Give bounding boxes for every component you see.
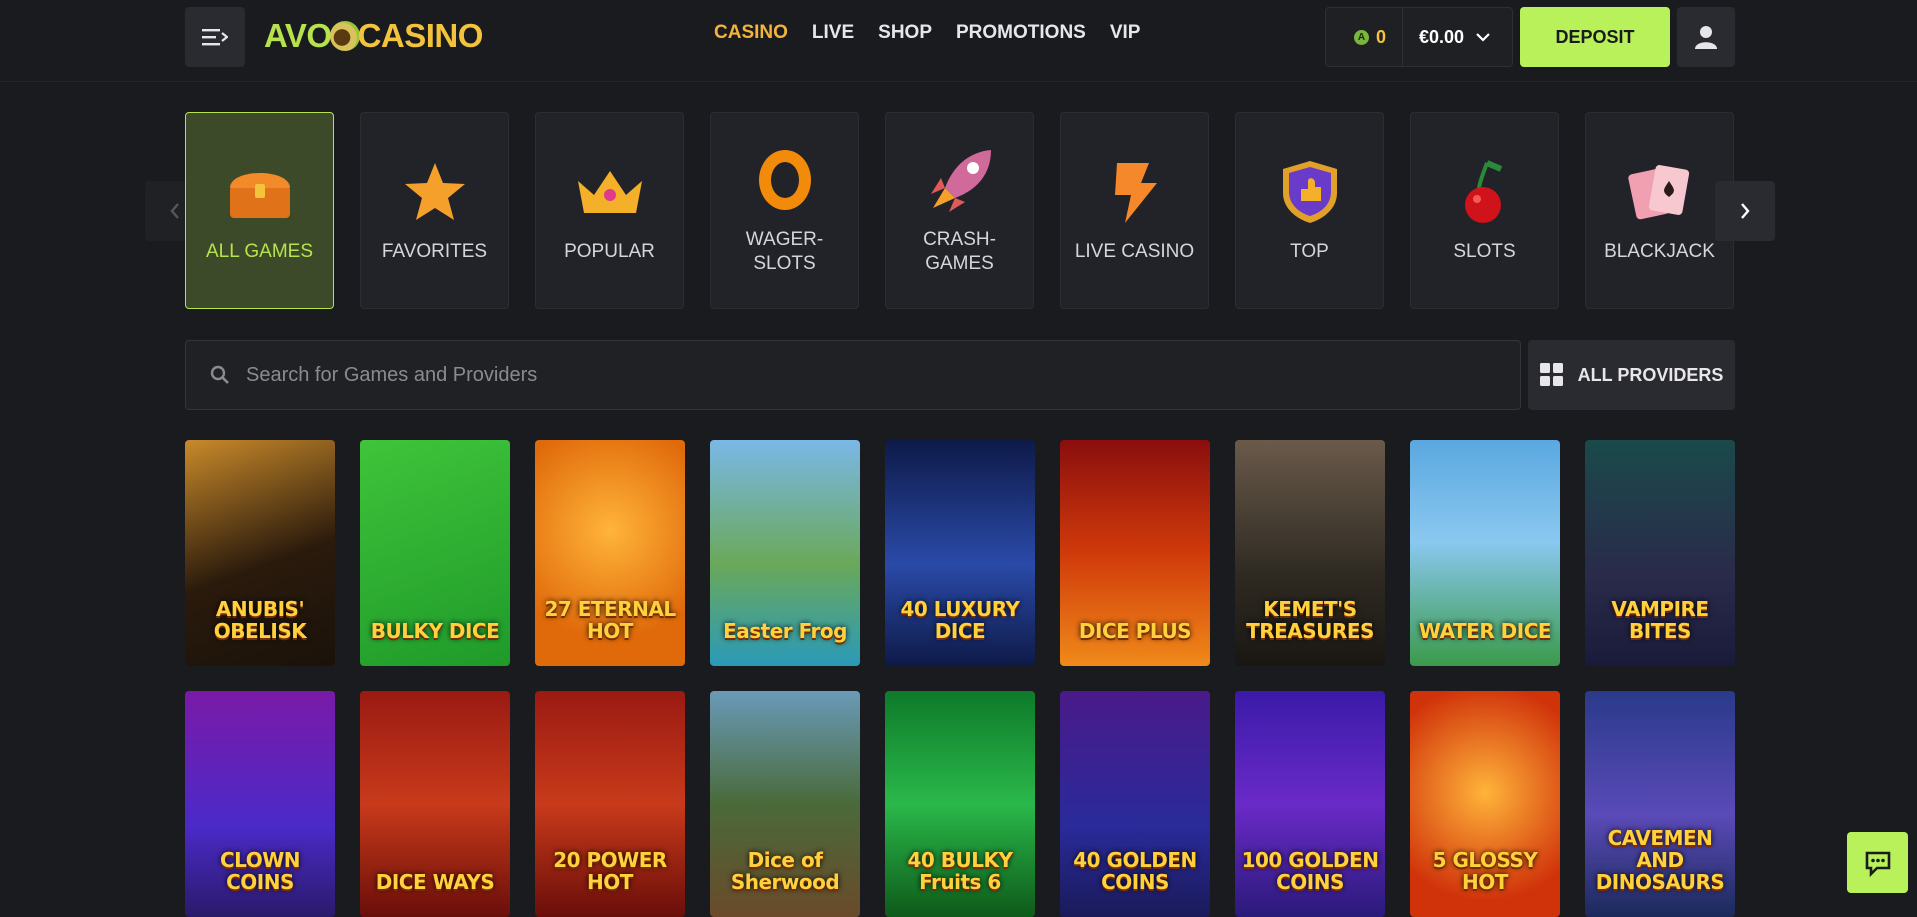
coin-balance[interactable]: A 0 <box>1326 8 1404 66</box>
game-title: 20 POWER HOT <box>553 848 667 894</box>
game-title: 40 GOLDEN COINS <box>1073 848 1197 894</box>
category-crash-games[interactable]: CRASH- GAMES <box>885 112 1034 309</box>
category-blackjack[interactable]: BLACKJACK <box>1585 112 1734 309</box>
game-tile[interactable]: KEMET'S TREASURES <box>1235 440 1385 666</box>
all-providers-button[interactable]: ALL PROVIDERS <box>1528 340 1735 410</box>
avocasino-logo[interactable]: AVO CASINO <box>264 14 483 58</box>
logo-text-casino: CASINO <box>357 17 484 54</box>
game-title: Dice of Sherwood <box>730 848 840 894</box>
avocado-icon <box>329 21 360 51</box>
game-tile[interactable]: 40 LUXURY DICE <box>885 440 1035 666</box>
game-tile[interactable]: Easter Frog <box>710 440 860 666</box>
game-tile[interactable]: WATER DICE <box>1410 440 1560 666</box>
game-title: 40 BULKY Fruits 6 <box>907 848 1013 894</box>
game-title: 100 GOLDEN COINS <box>1241 848 1379 894</box>
lightning-icon <box>1099 158 1171 226</box>
game-title: 40 LUXURY DICE <box>900 597 1020 643</box>
category-label: ALL GAMES <box>205 240 313 262</box>
logo-text-avo: AVO <box>264 17 332 54</box>
category-favorites[interactable]: FAVORITES <box>360 112 509 309</box>
chevron-down-icon <box>1476 33 1490 42</box>
crown-icon <box>574 158 646 226</box>
menu-toggle-button[interactable] <box>185 7 245 67</box>
category-label: WAGER- SLOTS <box>745 228 824 274</box>
menu-icon <box>202 29 228 46</box>
game-title: CLOWN COINS <box>219 848 301 894</box>
game-title: WATER DICE <box>1418 619 1552 643</box>
game-tile[interactable]: 27 ETERNAL HOT <box>535 440 685 666</box>
nav-vip[interactable]: VIP <box>1110 22 1141 44</box>
category-top[interactable]: TOP <box>1235 112 1384 309</box>
category-label: SLOTS <box>1453 240 1516 262</box>
game-title: KEMET'S TREASURES <box>1246 597 1374 643</box>
category-label: BLACKJACK <box>1604 240 1715 262</box>
coin-count: 0 <box>1376 26 1387 47</box>
user-account-button[interactable] <box>1677 7 1735 67</box>
games-grid: ANUBIS' OBELISK BULKY DICE 27 ETERNAL HOT E… <box>185 440 1735 917</box>
category-label: POPULAR <box>564 240 655 262</box>
game-tile[interactable]: BULKY DICE <box>360 440 510 666</box>
game-tile[interactable]: Dice of Sherwood <box>710 691 860 917</box>
balance-amount: €0.00 <box>1419 26 1465 47</box>
game-title: ANUBIS' OBELISK <box>213 597 307 643</box>
ring-icon <box>749 146 821 214</box>
chevron-left-icon <box>170 203 179 219</box>
grid-icon <box>1539 363 1563 386</box>
game-title: Easter Frog <box>723 619 847 643</box>
category-label: TOP <box>1290 240 1329 262</box>
chat-icon <box>1865 851 1890 877</box>
game-tile[interactable]: 40 GOLDEN COINS <box>1060 691 1210 917</box>
categories-next-button[interactable] <box>1715 181 1775 241</box>
support-chat-button[interactable] <box>1847 832 1908 893</box>
category-wager-slots[interactable]: WAGER- SLOTS <box>710 112 859 309</box>
cherry-icon <box>1449 158 1521 226</box>
shield-thumb-icon <box>1274 158 1346 226</box>
category-live-casino[interactable]: LIVE CASINO <box>1060 112 1209 309</box>
game-tile[interactable]: 100 GOLDEN COINS <box>1235 691 1385 917</box>
nav-shop[interactable]: SHOP <box>878 22 932 44</box>
game-tile[interactable]: DICE PLUS <box>1060 440 1210 666</box>
game-tile[interactable]: 5 GLOSSY HOT <box>1410 691 1560 917</box>
game-tile[interactable]: ANUBIS' OBELISK <box>185 440 335 666</box>
game-title: DICE PLUS <box>1078 619 1192 643</box>
balance-dropdown[interactable]: €0.00 <box>1403 27 1490 48</box>
category-label: FAVORITES <box>381 240 488 262</box>
game-tile[interactable]: DICE WAYS <box>360 691 510 917</box>
search-input[interactable] <box>246 363 1446 387</box>
deposit-button[interactable]: DEPOSIT <box>1520 7 1670 67</box>
category-label: LIVE CASINO <box>1074 240 1195 262</box>
user-icon <box>1695 26 1717 49</box>
category-popular[interactable]: POPULAR <box>535 112 684 309</box>
avo-coin-icon: A <box>1354 29 1369 45</box>
game-title: CAVEMEN AND DINOSAURS <box>1595 826 1725 894</box>
nav-live[interactable]: LIVE <box>812 22 854 44</box>
category-slots[interactable]: SLOTS <box>1410 112 1559 309</box>
nav-promotions[interactable]: PROMOTIONS <box>956 22 1086 44</box>
cards-icon <box>1624 158 1696 226</box>
all-providers-label: ALL PROVIDERS <box>1577 364 1724 385</box>
chest-icon <box>224 158 296 226</box>
chevron-right-icon <box>1741 203 1750 219</box>
game-tile[interactable]: CLOWN COINS <box>185 691 335 917</box>
top-header: AVO CASINO CASINO LIVE SHOP PROMOTIONS VIP A … <box>0 0 1917 82</box>
search-icon <box>210 365 229 384</box>
main-nav: CASINO LIVE SHOP PROMOTIONS VIP <box>714 22 1140 44</box>
game-tile[interactable]: VAMPIRE BITES <box>1585 440 1735 666</box>
wallet-panel: A 0 €0.00 <box>1325 7 1513 67</box>
rocket-icon <box>924 146 996 214</box>
nav-casino[interactable]: CASINO <box>714 22 788 44</box>
game-title: 5 GLOSSY HOT <box>1432 848 1538 894</box>
game-title: VAMPIRE BITES <box>1611 597 1709 643</box>
game-tile[interactable]: 40 BULKY Fruits 6 <box>885 691 1035 917</box>
game-title: DICE WAYS <box>375 870 495 894</box>
game-title: 27 ETERNAL HOT <box>544 597 676 643</box>
category-label: CRASH- GAMES <box>923 228 996 274</box>
game-title: BULKY DICE <box>370 619 500 643</box>
category-carousel: ALL GAMES FAVORITES POPULAR WAGER- SLOTS CRA… <box>185 112 1734 309</box>
game-search-bar <box>185 340 1521 410</box>
category-all-games[interactable]: ALL GAMES <box>185 112 334 309</box>
game-tile[interactable]: 20 POWER HOT <box>535 691 685 917</box>
game-tile[interactable]: CAVEMEN AND DINOSAURS <box>1585 691 1735 917</box>
star-icon <box>399 158 471 226</box>
